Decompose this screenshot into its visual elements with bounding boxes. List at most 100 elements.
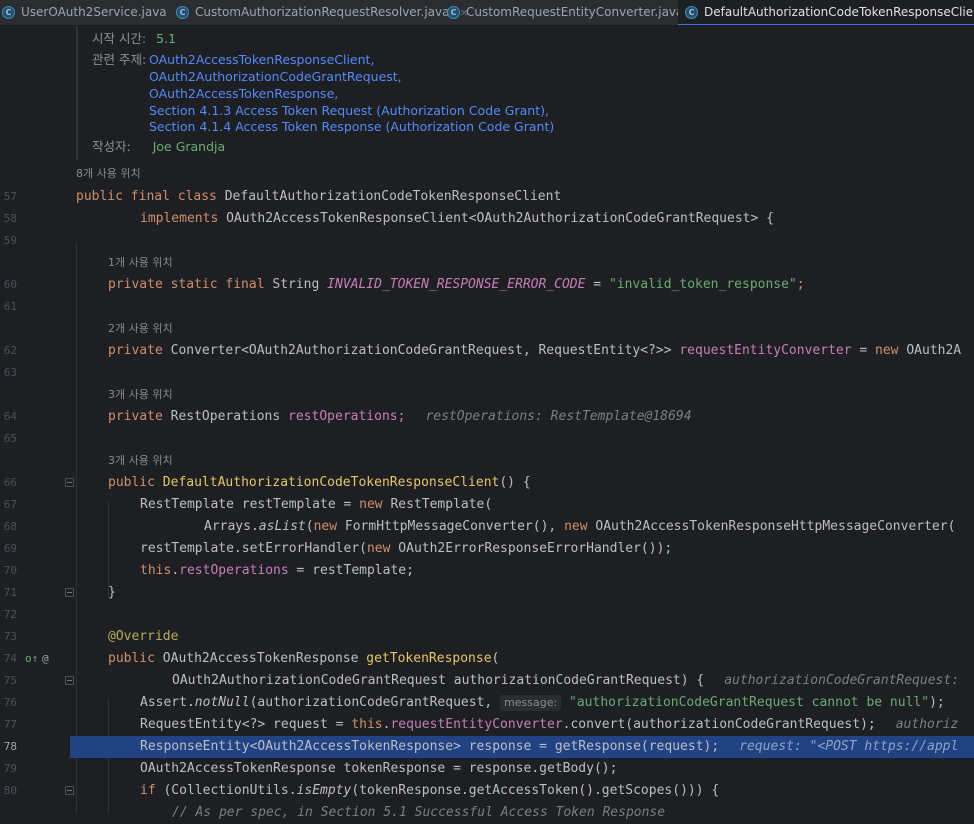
token: getTokenResponse: [366, 651, 492, 666]
token: RequestEntity<?> request =: [140, 717, 352, 732]
tab-customrequestentityconverter[interactable]: CCustomRequestEntityConverter.java×: [447, 0, 703, 25]
token: restOperations: [179, 563, 289, 578]
java-class-icon: C: [447, 6, 460, 19]
token: private: [108, 343, 171, 358]
token: OAuth2AccessTokenResponseHttpMessageConv…: [595, 519, 956, 534]
code-line-64: private RestOperations restOperations; re…: [76, 406, 974, 428]
code-line-57: public final class DefaultAuthorizationC…: [76, 186, 974, 208]
token: public final class: [76, 189, 225, 204]
token: new: [359, 497, 391, 512]
token: public: [108, 475, 163, 490]
line-number: 59: [3, 234, 17, 247]
line-number: 70: [3, 564, 17, 577]
tab-customauthorizationrequestresolver[interactable]: C CustomAuthorizationRequestResolver.java…: [176, 0, 469, 25]
token: OAuth2AccessTokenResponse: [162, 651, 367, 666]
line-number: 80: [3, 784, 17, 797]
line-number: 58: [3, 212, 17, 225]
code-line-60: private static final String INVALID_TOKE…: [76, 274, 974, 296]
usage-hint[interactable]: 2개 사용 위치: [108, 321, 173, 337]
code-line-71: }: [76, 582, 974, 604]
token: (authorizationCodeGrantRequest,: [249, 695, 501, 710]
token: (: [491, 651, 500, 666]
code-line-66: public DefaultAuthorizationCodeTokenResp…: [76, 472, 974, 494]
line-number: 62: [3, 344, 17, 357]
line-number: 73: [3, 630, 17, 643]
token: =: [851, 343, 876, 358]
fold-toggle-icon[interactable]: [65, 478, 74, 487]
usage-hint[interactable]: 3개 사용 위치: [108, 453, 173, 469]
code-editor[interactable]: 8개 사용 위치 1개 사용 위치 2개 사용 위치 3개 사용 위치 3개 사…: [70, 26, 974, 820]
inline-debug-value: authoriz: [895, 717, 959, 732]
token: RestTemplate restTemplate =: [140, 497, 360, 512]
fold-toggle-icon[interactable]: [65, 676, 74, 685]
token: private: [108, 409, 171, 424]
override-icon[interactable]: o↑: [25, 652, 38, 666]
token: (: [305, 519, 314, 534]
inline-debug-value: request: "<POST https://appl: [739, 739, 959, 754]
code-line-81: // As per spec, in Section 5.1 Successfu…: [76, 802, 974, 824]
token: (CollectionUtils.: [163, 783, 297, 798]
inline-debug-value: authorizationCodeGrantRequest:: [724, 673, 960, 688]
token: asList: [258, 519, 306, 534]
tab-useroauth2service[interactable]: CUserOAuth2Service.java×: [2, 0, 186, 25]
token: Converter<OAuth2AuthorizationCodeGrantRe…: [170, 343, 680, 358]
token: OAuth2ErrorResponseErrorHandler());: [398, 541, 673, 556]
token: this: [351, 717, 383, 732]
token: ResponseEntity<OAuth2AccessTokenResponse…: [140, 739, 720, 754]
usage-hint[interactable]: 1개 사용 위치: [108, 255, 173, 271]
annotation-icon[interactable]: @: [42, 652, 49, 666]
token: new: [875, 343, 907, 358]
tab-label: DefaultAuthorizationCodeTokenResponseCli…: [704, 5, 974, 19]
line-number: 65: [3, 432, 17, 445]
code-line-62: private Converter<OAuth2AuthorizationCod…: [76, 340, 974, 362]
token: INVALID_TOKEN_RESPONSE_ERROR_CODE: [327, 277, 586, 292]
token: public: [108, 651, 163, 666]
code-line-68: Arrays.asList(new FormHttpMessageConvert…: [76, 516, 974, 538]
token: "authorizationCodeGrantRequest cannot be…: [561, 695, 930, 710]
token: DefaultAuthorizationCodeTokenResponseCli…: [224, 189, 562, 204]
token: "invalid_token_response": [608, 277, 797, 292]
token: ;: [796, 277, 805, 292]
token: requestEntityConverter: [390, 717, 563, 732]
inline-debug-value: restOperations: RestTemplate@18694: [425, 409, 692, 424]
line-number: 68: [3, 520, 17, 533]
line-number: 66: [3, 476, 17, 489]
usage-hint[interactable]: 3개 사용 위치: [108, 387, 173, 403]
tab-label: CustomAuthorizationRequestResolver.java: [195, 5, 450, 19]
code-line-67: RestTemplate restTemplate = new RestTemp…: [76, 494, 974, 516]
java-class-icon: C: [2, 6, 15, 19]
line-number: 57: [3, 190, 17, 203]
line-number: 63: [3, 366, 17, 379]
token: @Override: [108, 629, 179, 644]
token: ;: [397, 409, 406, 424]
token: .: [171, 563, 180, 578]
token: =: [585, 277, 609, 292]
tab-defaultauthorizationcodetokenresponseclient[interactable]: C DefaultAuthorizationCodeTokenResponseCl…: [678, 0, 974, 25]
token: RestOperations: [170, 409, 289, 424]
fold-toggle-icon[interactable]: [65, 786, 74, 795]
code-line-80: if (CollectionUtils.isEmpty(tokenRespons…: [76, 780, 974, 802]
token: DefaultAuthorizationCodeTokenResponseCli…: [162, 475, 500, 490]
token: () {: [499, 475, 531, 490]
token: implements: [140, 211, 227, 226]
token: restTemplate.setErrorHandler(: [140, 541, 367, 556]
fold-toggle-icon[interactable]: [65, 588, 74, 597]
token: );: [929, 695, 945, 710]
token: this: [140, 563, 172, 578]
tab-label: CustomRequestEntityConverter.java: [466, 5, 684, 19]
token: (tokenResponse.getAccessToken().getScope…: [351, 783, 720, 798]
token: = restTemplate;: [288, 563, 414, 578]
usage-hint[interactable]: 8개 사용 위치: [76, 166, 141, 182]
editor-gutter: 57 58 59 60 61 62 63 64 65 66 67 68 69 7…: [0, 26, 74, 813]
line-number: 77: [3, 718, 17, 731]
line-number: 71: [3, 586, 17, 599]
code-line-79: OAuth2AccessTokenResponse tokenResponse …: [76, 758, 974, 780]
token: if: [140, 783, 164, 798]
line-number: 64: [3, 410, 17, 423]
line-number: 69: [3, 542, 17, 555]
token: isEmpty: [296, 783, 352, 798]
code-line-74: public OAuth2AccessTokenResponse getToke…: [76, 648, 974, 670]
line-number: 67: [3, 498, 17, 511]
token: OAuth2AccessTokenResponse tokenResponse …: [140, 761, 618, 776]
token: .convert(authorizationCodeGrantRequest);: [562, 717, 876, 732]
